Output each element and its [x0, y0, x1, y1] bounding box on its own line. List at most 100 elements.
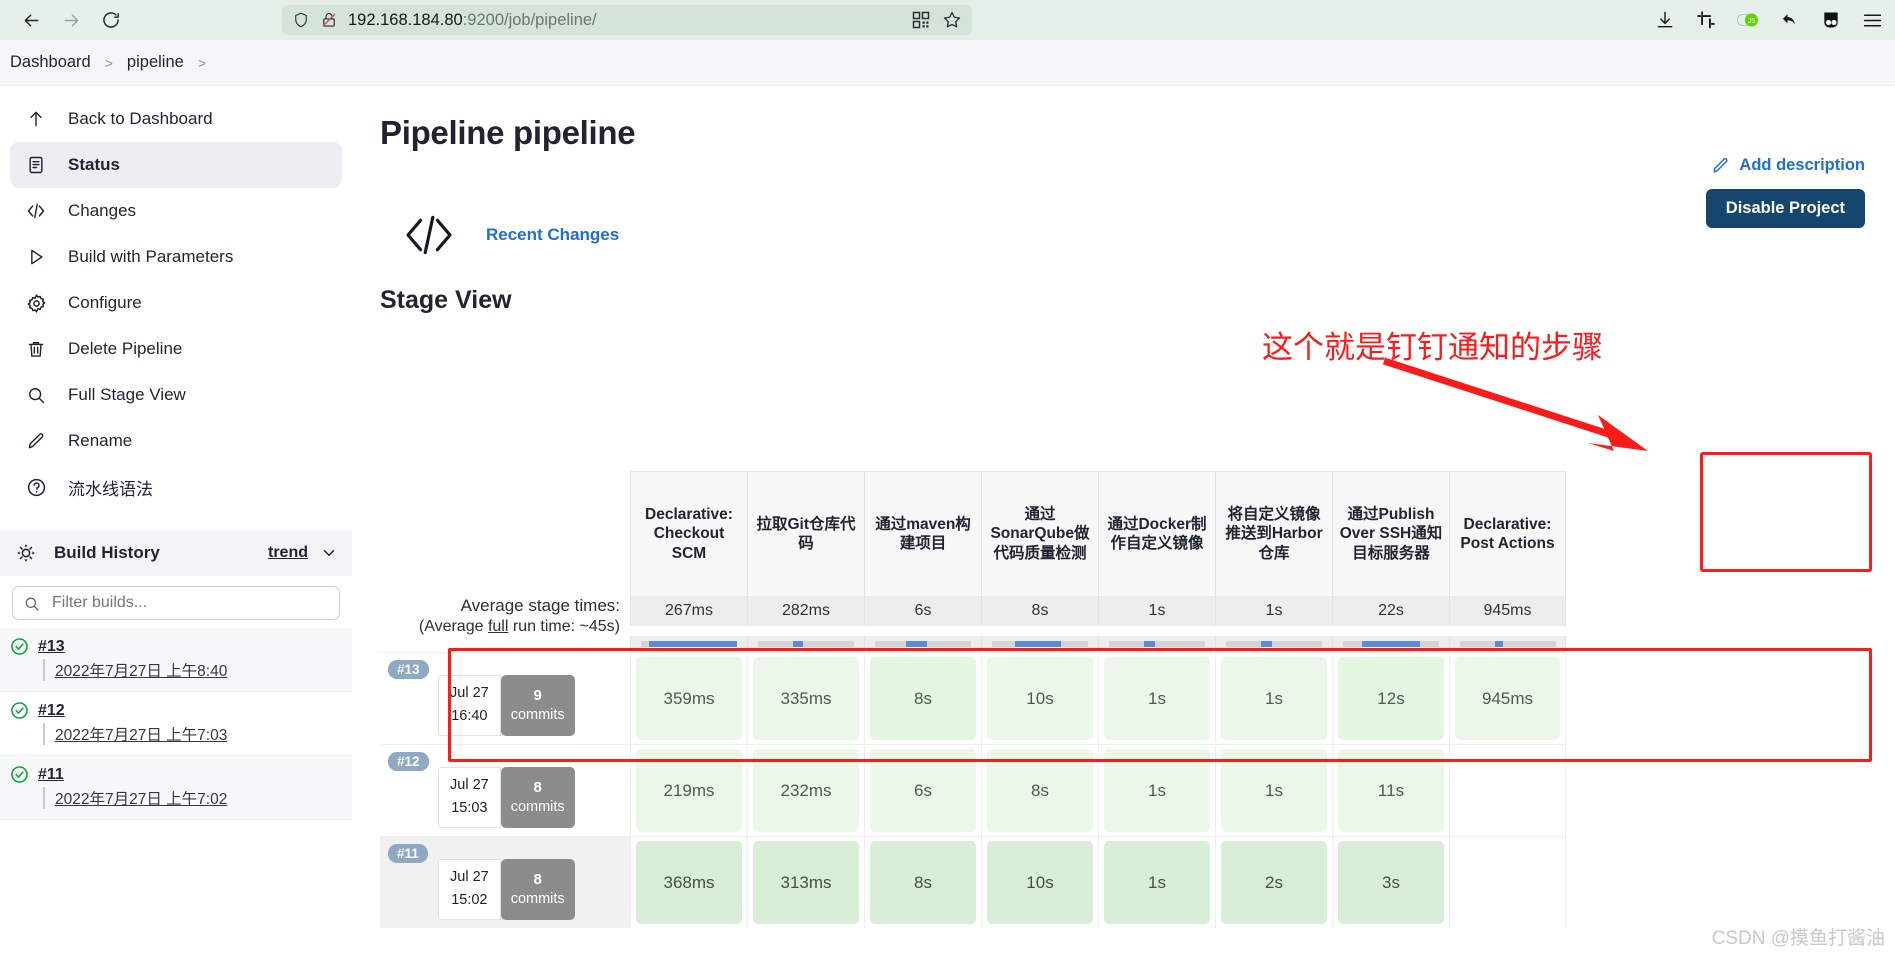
sidebar-item-label: Delete Pipeline [68, 339, 183, 358]
stage-view-title: Stage View [380, 286, 512, 314]
build-date-link[interactable]: 2022年7月27日 上午8:40 [43, 659, 340, 681]
highlight-box-column [1700, 452, 1872, 572]
sidebar-item-label: Configure [68, 293, 142, 312]
average-time-cell: 22s [1332, 596, 1449, 626]
gear-icon [24, 291, 48, 315]
stage-cell[interactable]: 8s [864, 836, 981, 929]
sidebar: Back to Dashboard Status Changes Build w… [0, 86, 352, 958]
url-bar[interactable]: 192.168.184.80:9200/job/pipeline/ [282, 5, 972, 35]
stage-header-row: Declarative: Checkout SCM 拉取Git仓库代码 通过ma… [380, 471, 1895, 596]
breadcrumb-item-pipeline[interactable]: pipeline [127, 53, 184, 72]
magnifier-icon [24, 383, 48, 407]
filter-builds-input[interactable] [50, 593, 329, 613]
account-icon[interactable] [1821, 10, 1841, 30]
build-number-link[interactable]: #11 [38, 766, 64, 784]
hamburger-menu-icon[interactable] [1862, 10, 1883, 31]
stage-cell[interactable]: 1s [1098, 836, 1215, 929]
average-time-cell: 267ms [630, 596, 747, 626]
build-history-trend-link[interactable]: trend [268, 544, 308, 562]
stage-cell [1449, 836, 1566, 929]
sidebar-item-label: Build with Parameters [68, 247, 234, 266]
url-text[interactable]: 192.168.184.80:9200/job/pipeline/ [348, 11, 902, 30]
disable-project-button[interactable]: Disable Project [1705, 189, 1865, 228]
build-number-link[interactable]: #13 [38, 638, 65, 656]
build-filter-wrap [0, 576, 352, 628]
stage-progress-bar [758, 641, 854, 648]
build-history-item[interactable]: #11 2022年7月27日 上午7:02 [0, 756, 352, 820]
code-brackets-icon [402, 214, 456, 256]
sidebar-item-status[interactable]: Status [10, 142, 342, 188]
stage-progress-bar [1109, 641, 1205, 648]
breadcrumb-item-dashboard[interactable]: Dashboard [10, 53, 91, 72]
document-icon [24, 153, 48, 177]
code-brackets-icon [24, 199, 48, 223]
commits-badge[interactable]: 8 commits [500, 859, 575, 920]
shield-icon[interactable] [292, 11, 310, 29]
average-time-cell: 1s [1098, 596, 1215, 626]
average-time-cell: 1s [1215, 596, 1332, 626]
stage-progress-bar [1459, 641, 1556, 648]
commits-badge[interactable]: 8 commits [500, 767, 575, 828]
sidebar-item-build-with-parameters[interactable]: Build with Parameters [10, 234, 342, 280]
sidebar-item-delete-pipeline[interactable]: Delete Pipeline [10, 326, 342, 372]
stage-cell[interactable]: 10s [981, 836, 1098, 929]
insecure-lock-icon[interactable] [320, 11, 338, 29]
build-timestamp: Jul 27 15:03 [438, 767, 501, 828]
chevron-down-icon[interactable] [320, 544, 338, 562]
stage-header-cell: 通过Docker制作自定义镜像 [1098, 471, 1215, 596]
sidebar-item-configure[interactable]: Configure [10, 280, 342, 326]
question-circle-icon [24, 475, 48, 499]
stage-cell[interactable]: 368ms [630, 836, 747, 929]
undo-icon[interactable] [1780, 10, 1800, 30]
highlight-box-row [448, 648, 1872, 762]
build-date-link[interactable]: 2022年7月27日 上午7:03 [43, 723, 340, 745]
success-check-icon [10, 637, 29, 656]
crop-icon[interactable] [1696, 10, 1716, 30]
recent-changes-section: Recent Changes [402, 214, 1867, 256]
build-filter-box[interactable] [12, 586, 340, 620]
download-icon[interactable] [1655, 10, 1675, 30]
stage-header-cell: 通过maven构建项目 [864, 471, 981, 596]
stage-header-cell: Declarative: Checkout SCM [630, 471, 747, 596]
watermark: CSDN @摸鱼打酱油 [1711, 928, 1885, 949]
build-history-item[interactable]: #12 2022年7月27日 上午7:03 [0, 692, 352, 756]
sidebar-item-label: 流水线语法 [68, 479, 153, 499]
chevron-right-icon: > [104, 54, 113, 71]
build-number-badge[interactable]: #13 [388, 660, 429, 680]
svg-text:J5: J5 [1747, 16, 1755, 25]
qr-code-icon[interactable] [912, 11, 930, 29]
add-description-label: Add description [1739, 156, 1865, 174]
build-timestamp: Jul 27 15:02 [438, 859, 501, 920]
star-icon[interactable] [942, 10, 962, 30]
extension-icon[interactable]: J5 [1737, 12, 1759, 28]
build-number-badge[interactable]: #11 [388, 844, 428, 864]
recent-changes-link[interactable]: Recent Changes [486, 225, 619, 245]
sidebar-item-rename[interactable]: Rename [10, 418, 342, 464]
stage-progress-bar [1343, 641, 1439, 648]
forward-arrow-icon[interactable] [54, 3, 88, 37]
reload-icon[interactable] [94, 3, 128, 37]
build-label-cell[interactable]: #11 Jul 27 15:02 8 commits [380, 836, 630, 929]
sidebar-item-back-to-dashboard[interactable]: Back to Dashboard [10, 96, 342, 142]
back-arrow-icon[interactable] [14, 3, 48, 37]
page-title: Pipeline pipeline [380, 114, 636, 151]
build-date-link[interactable]: 2022年7月27日 上午7:02 [43, 787, 340, 809]
main-content: Pipeline pipeline Add description Disabl… [352, 86, 1895, 958]
stage-header-cell: 通过SonarQube做代码质量检测 [981, 471, 1098, 596]
sidebar-item-full-stage-view[interactable]: Full Stage View [10, 372, 342, 418]
stage-cell[interactable]: 3s [1332, 836, 1449, 929]
annotation-note: 这个就是钉钉通知的步骤 [1262, 330, 1603, 365]
add-description-link[interactable]: Add description [1711, 156, 1865, 175]
stage-cell[interactable]: 313ms [747, 836, 864, 929]
stage-header-cell: 通过Publish Over SSH通知目标服务器 [1332, 471, 1449, 596]
stage-header-cell: Declarative: Post Actions [1449, 471, 1566, 596]
table-row[interactable]: #11 Jul 27 15:02 8 commits 368ms 313ms 8s … [380, 836, 1895, 929]
sidebar-item-pipeline-syntax[interactable]: 流水线语法 [10, 464, 342, 510]
sidebar-item-changes[interactable]: Changes [10, 188, 342, 234]
build-number-badge[interactable]: #12 [388, 752, 429, 772]
stage-cell[interactable]: 2s [1215, 836, 1332, 929]
build-history-icon [14, 541, 38, 565]
success-check-icon [10, 765, 29, 784]
build-history-item[interactable]: #13 2022年7月27日 上午8:40 [0, 628, 352, 692]
build-number-link[interactable]: #12 [38, 702, 65, 720]
